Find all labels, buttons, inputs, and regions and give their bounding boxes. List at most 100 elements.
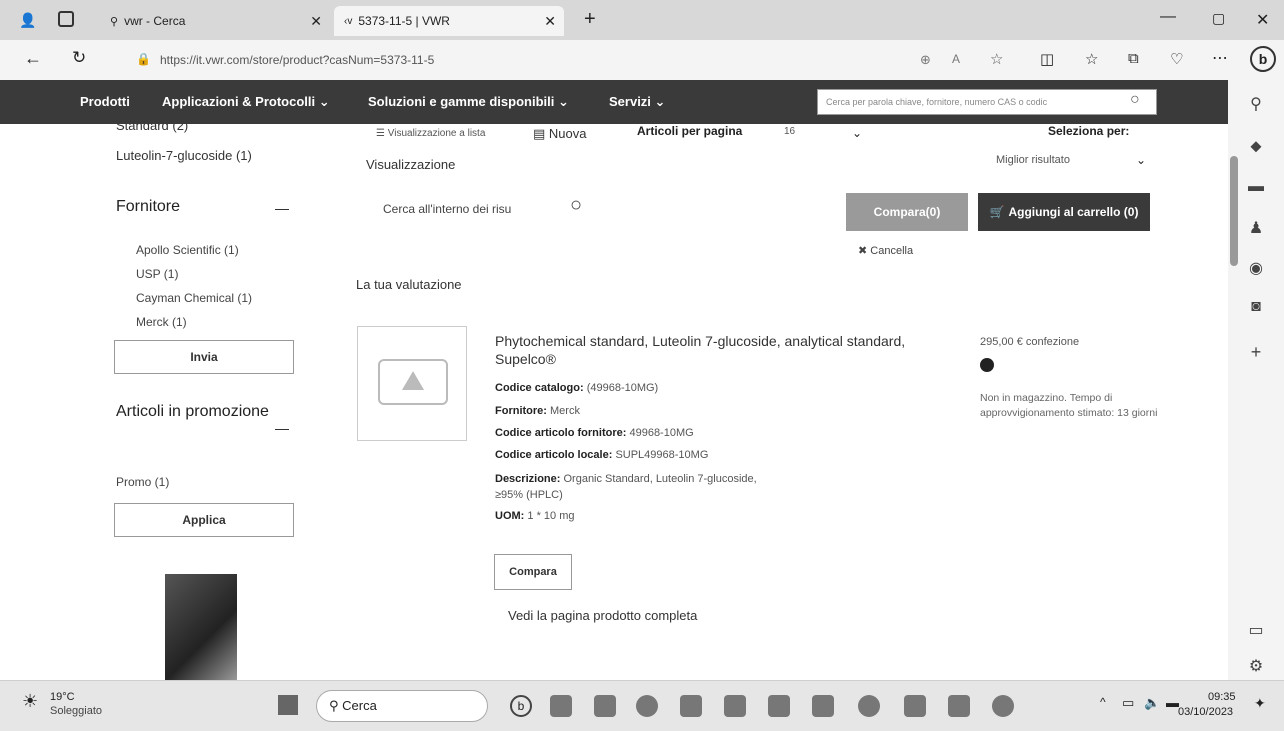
tab-vwr[interactable]: ‹v 5373-11-5 | VWR ✕ bbox=[334, 6, 564, 36]
list-icon: ☰ bbox=[376, 128, 385, 139]
tab-actions-icon[interactable] bbox=[58, 11, 74, 27]
collapse-icon[interactable]: — bbox=[275, 420, 289, 436]
image-placeholder-icon: ⛰ bbox=[378, 359, 448, 405]
filter-standard[interactable]: Standard (2) bbox=[116, 124, 188, 133]
search-within-input[interactable]: Cerca all'interno dei risu bbox=[383, 202, 511, 216]
word-icon[interactable] bbox=[904, 695, 926, 717]
close-icon[interactable]: ✕ bbox=[544, 13, 556, 30]
favorites-icon[interactable]: ☆ bbox=[1085, 50, 1098, 68]
new-tab-icon[interactable]: + bbox=[584, 8, 596, 31]
back-icon[interactable]: ← bbox=[24, 48, 42, 69]
reload-icon[interactable]: ↻ bbox=[72, 48, 86, 68]
search-icon[interactable]: ○ bbox=[570, 194, 582, 217]
compare-all-button[interactable]: Compara(0) bbox=[846, 193, 968, 231]
compare-button[interactable]: Compara bbox=[494, 554, 572, 590]
site-search-input[interactable]: Cerca per parola chiave, fornitore, nume… bbox=[817, 89, 1157, 115]
split-screen-icon[interactable]: ◫ bbox=[1040, 50, 1054, 68]
profile-icon[interactable]: 👤 bbox=[18, 10, 38, 30]
product-description: Descrizione: Organic Standard, Luteolin … bbox=[495, 473, 757, 501]
tray-chevron-icon[interactable]: ^ bbox=[1100, 695, 1106, 709]
list-view-toggle[interactable]: ☰ Visualizzazione a lista bbox=[376, 128, 485, 139]
edge-icon[interactable] bbox=[636, 695, 658, 717]
filter-supplier[interactable]: Apollo Scientific (1) bbox=[136, 243, 239, 257]
view-label: Visualizzazione bbox=[366, 157, 456, 172]
nav-servizi[interactable]: Servizi ⌄ bbox=[609, 94, 665, 110]
url-field[interactable]: https://it.vwr.com/store/product?casNum=… bbox=[160, 53, 434, 67]
info-icon[interactable] bbox=[980, 358, 994, 372]
promo-banner-image[interactable] bbox=[165, 574, 237, 680]
settings-icon[interactable]: ⚙ bbox=[1228, 656, 1284, 676]
zoom-icon[interactable]: ⊕ bbox=[920, 52, 931, 68]
add-to-cart-button[interactable]: 🛒 Aggiungi al carrello (0) bbox=[978, 193, 1150, 231]
weather-icon[interactable]: ☀ bbox=[22, 691, 38, 712]
more-icon[interactable]: ⋯ bbox=[1212, 48, 1228, 68]
photos-icon[interactable] bbox=[768, 695, 790, 717]
firefox-icon[interactable] bbox=[858, 695, 880, 717]
favorite-star-icon[interactable]: ☆ bbox=[990, 50, 1003, 68]
product-image-placeholder[interactable]: ⛰ bbox=[357, 326, 467, 441]
lock-icon[interactable]: 🔒 bbox=[136, 52, 151, 66]
bing-icon[interactable]: b bbox=[510, 695, 532, 717]
nav-soluzioni[interactable]: Soluzioni e gamme disponibili ⌄ bbox=[368, 94, 569, 110]
weather-desc[interactable]: Soleggiato bbox=[50, 705, 102, 717]
notifications-icon[interactable]: ✦ bbox=[1254, 695, 1266, 712]
add-icon[interactable]: + bbox=[1228, 342, 1284, 363]
powerpoint-icon[interactable] bbox=[680, 695, 702, 717]
supplier-name: Fornitore: Merck bbox=[495, 405, 580, 417]
page-content: Standard (2) Luteolin-7-glucoside (1) Fo… bbox=[0, 124, 1228, 680]
new-view-toggle[interactable]: ▤ Nuova bbox=[533, 126, 587, 142]
shopping-icon[interactable]: ⬥ bbox=[1228, 138, 1284, 156]
clock-time[interactable]: 09:35 bbox=[1208, 691, 1236, 703]
chevron-down-icon: ⌄ bbox=[557, 94, 569, 109]
apply-button[interactable]: Applica bbox=[114, 503, 294, 537]
minimize-icon[interactable]: — bbox=[1160, 8, 1176, 26]
publisher-icon[interactable] bbox=[948, 695, 970, 717]
nav-applicazioni[interactable]: Applicazioni & Protocolli ⌄ bbox=[162, 94, 330, 110]
maximize-icon[interactable]: ▢ bbox=[1212, 10, 1225, 27]
app-icon[interactable] bbox=[812, 695, 834, 717]
teams-icon[interactable] bbox=[594, 695, 616, 717]
product-title[interactable]: Phytochemical standard, Luteolin 7-gluco… bbox=[495, 332, 955, 368]
close-icon[interactable]: ✕ bbox=[310, 13, 322, 30]
file-explorer-icon[interactable] bbox=[550, 695, 572, 717]
sort-select[interactable]: Miglior risultato bbox=[996, 154, 1070, 166]
vwr-logo-icon: ‹v bbox=[344, 15, 353, 27]
cart-icon: 🛒 bbox=[989, 205, 1005, 219]
excel-icon[interactable] bbox=[724, 695, 746, 717]
filter-promo[interactable]: Promo (1) bbox=[116, 475, 169, 489]
chevron-down-icon[interactable]: ⌄ bbox=[1136, 153, 1146, 167]
promo-title: Articoli in promozione bbox=[116, 403, 269, 420]
full-product-page-link[interactable]: Vedi la pagina prodotto completa bbox=[508, 608, 697, 623]
weather-temp[interactable]: 19°C bbox=[50, 691, 75, 703]
network-icon[interactable]: ▭ bbox=[1122, 695, 1134, 711]
windows-taskbar: ☀ 19°C Soleggiato ⚲ Cerca b ^ ▭ 🔈 ▬ 09:3… bbox=[0, 680, 1284, 731]
taskbar-search[interactable]: ⚲ Cerca bbox=[316, 690, 488, 722]
submit-button[interactable]: Invia bbox=[114, 340, 294, 374]
bing-icon[interactable]: b bbox=[1250, 46, 1276, 72]
search-icon[interactable]: ○ bbox=[1130, 91, 1140, 109]
collections-icon[interactable]: ⧉ bbox=[1128, 50, 1139, 67]
read-aloud-icon[interactable]: A bbox=[952, 52, 960, 66]
sidebar-toggle-icon[interactable]: ▭ bbox=[1228, 620, 1284, 640]
clock-date[interactable]: 03/10/2023 bbox=[1178, 706, 1233, 718]
scrollbar[interactable] bbox=[1230, 156, 1238, 266]
outlook-icon[interactable]: ◙ bbox=[1228, 298, 1284, 316]
filter-luteolin[interactable]: Luteolin-7-glucoside (1) bbox=[116, 148, 252, 163]
tab-search[interactable]: ⚲ vwr - Cerca ✕ bbox=[100, 6, 330, 36]
chat-icon[interactable] bbox=[992, 695, 1014, 717]
sort-label: Seleziona per: bbox=[1048, 124, 1130, 138]
uom: UOM: 1 * 10 mg bbox=[495, 510, 575, 522]
filter-supplier[interactable]: Cayman Chemical (1) bbox=[136, 291, 252, 305]
search-icon[interactable]: ⚲ bbox=[1228, 94, 1284, 114]
close-window-icon[interactable]: ✕ bbox=[1256, 10, 1269, 30]
cancel-link[interactable]: ✖ Cancella bbox=[858, 244, 913, 257]
filter-supplier[interactable]: Merck (1) bbox=[136, 315, 187, 329]
collapse-icon[interactable]: — bbox=[275, 200, 289, 216]
per-page-select[interactable]: 16 bbox=[784, 126, 795, 137]
nav-prodotti[interactable]: Prodotti bbox=[80, 94, 130, 109]
filter-supplier[interactable]: USP (1) bbox=[136, 267, 178, 281]
start-icon[interactable] bbox=[278, 695, 298, 715]
chevron-down-icon[interactable]: ⌄ bbox=[852, 126, 862, 140]
volume-icon[interactable]: 🔈 bbox=[1144, 695, 1160, 711]
health-icon[interactable]: ♡ bbox=[1170, 50, 1183, 68]
